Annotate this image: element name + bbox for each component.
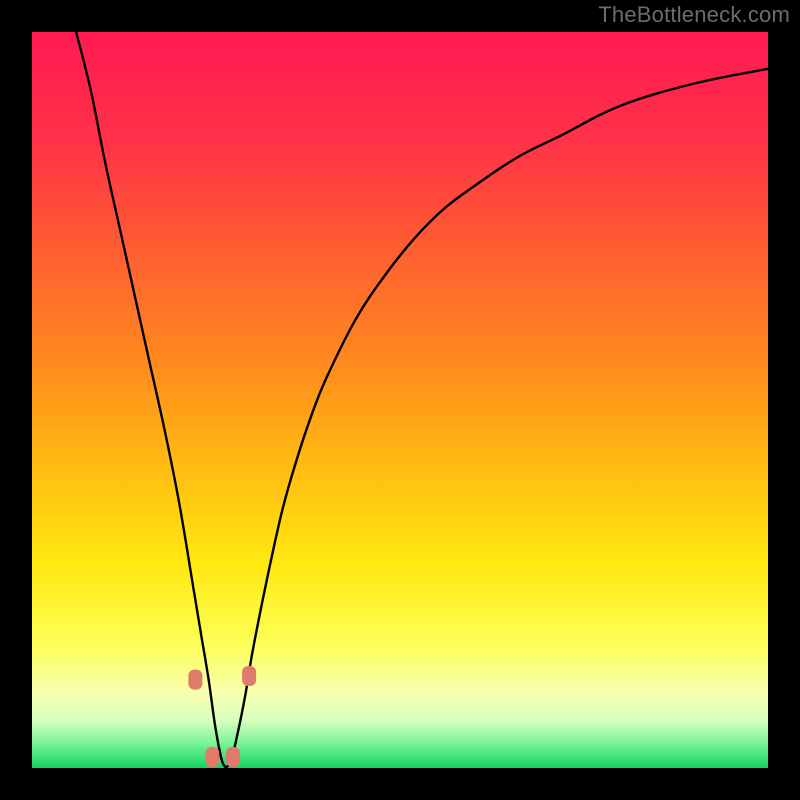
outer-frame: TheBottleneck.com xyxy=(0,0,800,800)
plot-area xyxy=(32,32,768,768)
chart-svg xyxy=(32,32,768,768)
curve-marker xyxy=(242,666,256,686)
curve-marker xyxy=(205,747,219,767)
curve-marker xyxy=(226,747,240,767)
gradient-background xyxy=(32,32,768,768)
watermark-text: TheBottleneck.com xyxy=(598,2,790,28)
curve-marker xyxy=(188,670,202,690)
